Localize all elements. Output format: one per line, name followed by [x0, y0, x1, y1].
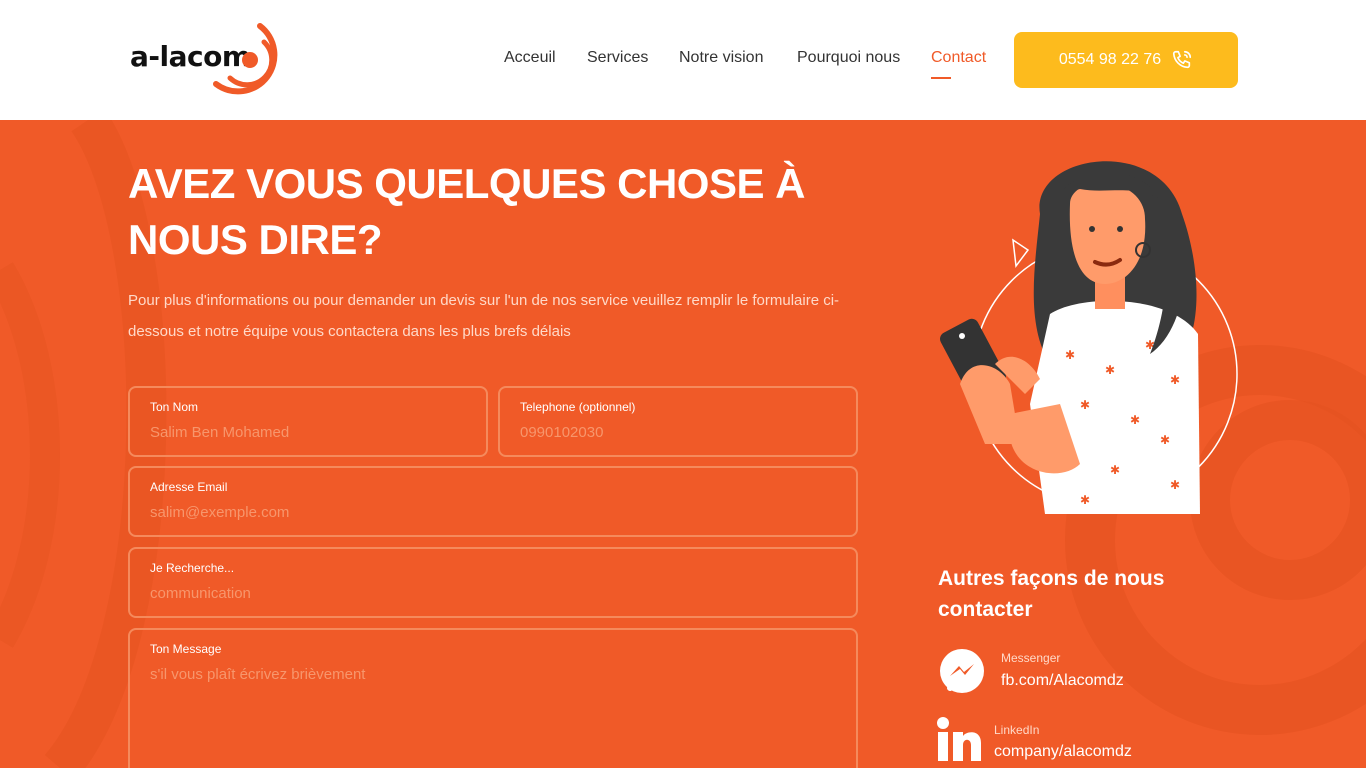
svg-text:✱: ✱	[1170, 478, 1180, 492]
messenger-label: Messenger	[1001, 651, 1061, 665]
message-field[interactable]: Ton Message	[128, 628, 858, 768]
name-input[interactable]	[150, 424, 466, 441]
other-contacts-title: Autres façons de nous contacter	[938, 567, 1165, 621]
svg-text:✱: ✱	[1065, 348, 1075, 362]
site-header: a-lacom Acceuil Services Notre vision Po…	[0, 0, 1366, 120]
nav-item-notre-vision[interactable]: Notre vision	[679, 49, 763, 67]
nav-item-services[interactable]: Services	[587, 49, 648, 67]
intro-text: Pour plus d'informations ou pour demande…	[128, 292, 840, 340]
nav-active-indicator	[931, 77, 951, 79]
nav-item-pourquoi-nous[interactable]: Pourquoi nous	[797, 49, 900, 67]
nav-item-contact[interactable]: Contact	[931, 49, 986, 67]
phone-icon	[1173, 50, 1192, 69]
svg-text:✱: ✱	[1080, 398, 1090, 412]
telephone-field-label: Telephone (optionnel)	[520, 400, 636, 414]
message-field-label: Ton Message	[150, 642, 222, 656]
telephone-input[interactable]	[520, 424, 836, 441]
linkedin-link[interactable]: company/alacomdz	[994, 743, 1132, 761]
page-title: AVEZ VOUS QUELQUES CHOSE À NOUS DIRE?	[128, 156, 848, 268]
svg-text:✱: ✱	[1160, 433, 1170, 447]
svg-text:✱: ✱	[1080, 493, 1090, 507]
email-field-label: Adresse Email	[150, 480, 228, 494]
name-field-label: Ton Nom	[150, 400, 199, 414]
woman-phone-illustration: ✱✱✱ ✱✱✱ ✱✱✱ ✱✱	[940, 161, 1238, 514]
search-field[interactable]: Je Recherche...	[128, 547, 858, 618]
message-textarea[interactable]	[150, 666, 836, 756]
phone-button-label: 0554 98 22 76	[1058, 51, 1162, 68]
svg-text:✱: ✱	[1170, 373, 1180, 387]
linkedin-label: LinkedIn	[994, 723, 1040, 737]
search-input[interactable]	[150, 585, 836, 602]
nav-item-acceuil[interactable]: Acceuil	[504, 49, 556, 67]
svg-text:✱: ✱	[1105, 363, 1115, 377]
title-line-1: AVEZ VOUS QUELQUES CHOSE À	[128, 160, 806, 207]
search-field-label: Je Recherche...	[150, 561, 235, 575]
telephone-field[interactable]: Telephone (optionnel)	[498, 386, 858, 457]
phone-call-button[interactable]: 0554 98 22 76	[1014, 32, 1238, 88]
svg-text:✱: ✱	[1110, 463, 1120, 477]
title-line-2: NOUS DIRE?	[128, 216, 383, 263]
svg-text:✱: ✱	[1130, 413, 1140, 427]
logo-signal-icon	[213, 23, 278, 95]
messenger-link[interactable]: fb.com/Alacomdz	[1001, 672, 1124, 690]
email-input[interactable]	[150, 504, 836, 521]
messenger-icon[interactable]	[938, 648, 986, 696]
brand-logo[interactable]: a-lacom	[130, 22, 290, 98]
linkedin-icon[interactable]	[937, 717, 983, 763]
email-field[interactable]: Adresse Email	[128, 466, 858, 537]
name-field[interactable]: Ton Nom	[128, 386, 488, 457]
contact-section: AVEZ VOUS QUELQUES CHOSE À NOUS DIRE? Po…	[0, 120, 1366, 768]
